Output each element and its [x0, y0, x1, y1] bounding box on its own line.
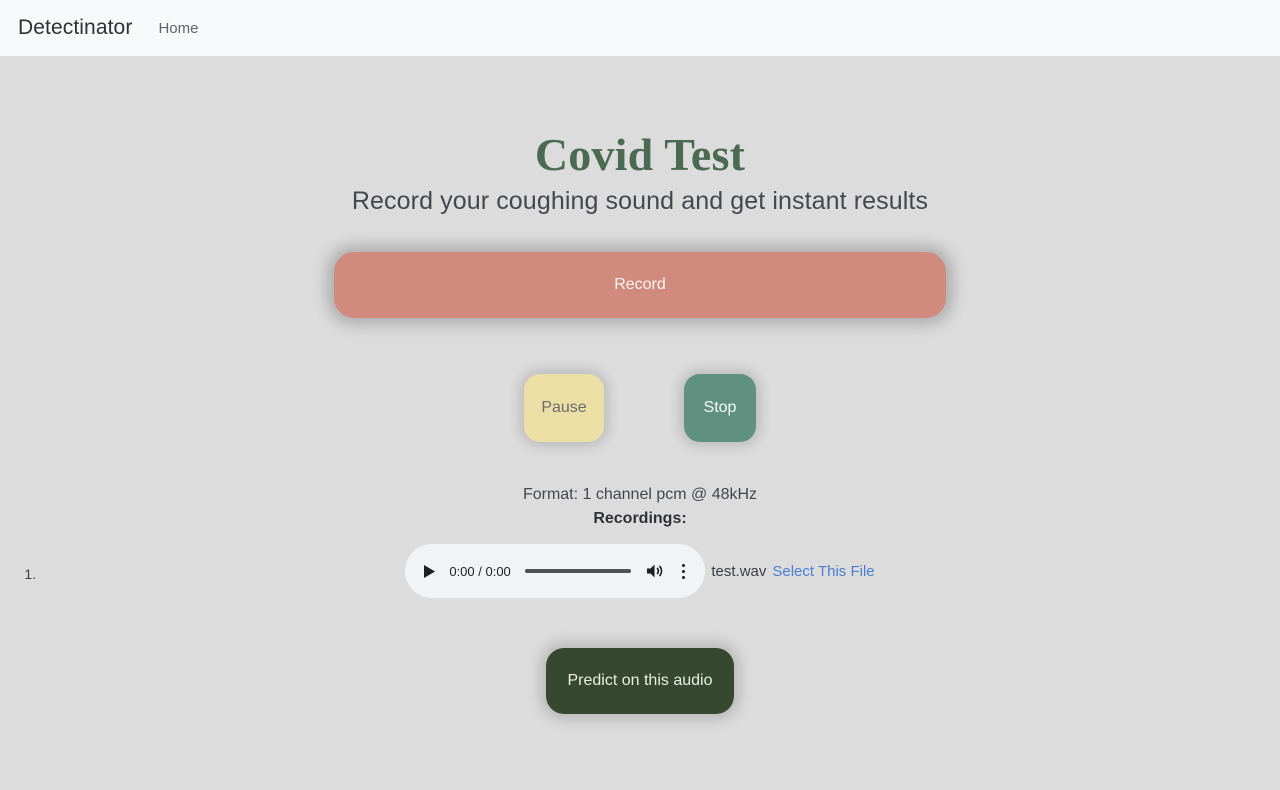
- navbar: Detectinator Home: [0, 0, 1280, 56]
- audio-time-display: 0:00 / 0:00: [449, 563, 511, 579]
- pause-button[interactable]: Pause: [524, 374, 604, 442]
- audio-format-text: Format: 1 channel pcm @ 48kHz: [522, 486, 758, 503]
- kebab-menu-icon[interactable]: [675, 561, 691, 581]
- predict-button-container: Predict on this audio: [0, 648, 1280, 714]
- nav-link-home[interactable]: Home: [158, 20, 198, 37]
- predict-button[interactable]: Predict on this audio: [546, 648, 734, 714]
- record-button[interactable]: Record: [334, 252, 946, 318]
- main-content: Covid Test Record your coughing sound an…: [0, 56, 1280, 790]
- volume-icon[interactable]: [645, 561, 665, 581]
- audio-player[interactable]: 0:00 / 0:00: [405, 544, 706, 598]
- play-icon[interactable]: [419, 561, 439, 581]
- recording-file-name: test.wav: [711, 562, 767, 580]
- page-subtitle: Record your coughing sound and get insta…: [351, 187, 929, 215]
- recordings-heading: Recordings:: [593, 510, 687, 527]
- page-title: Covid Test: [534, 129, 746, 180]
- stop-button[interactable]: Stop: [684, 374, 756, 442]
- recording-row: 0:00 / 0:00 test.wav Select This Fi: [0, 544, 1280, 598]
- select-file-link[interactable]: Select This File: [772, 563, 874, 580]
- audio-progress-bar[interactable]: [524, 569, 632, 573]
- playback-controls: Pause Stop: [0, 374, 1280, 442]
- record-button-container: Record: [0, 252, 1280, 318]
- recordings-list: 0:00 / 0:00 test.wav Select This Fi: [0, 544, 1280, 598]
- brand-logo[interactable]: Detectinator: [18, 16, 132, 40]
- list-item: 0:00 / 0:00 test.wav Select This Fi: [40, 544, 1280, 598]
